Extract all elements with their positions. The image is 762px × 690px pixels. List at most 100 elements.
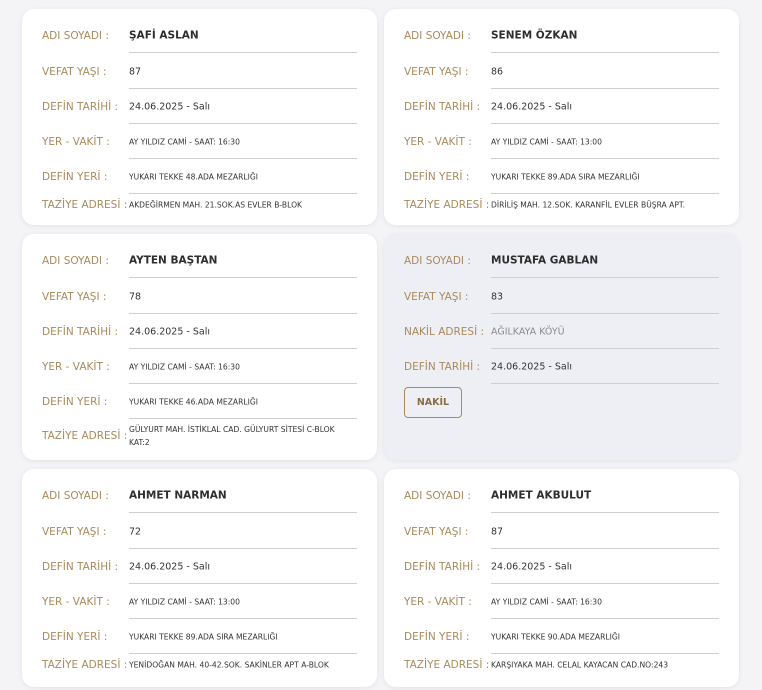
burial-date-value: 24.06.2025 - Salı [129,561,210,572]
condolence-label: TAZİYE ADRESİ : [42,199,128,211]
condolence-label: TAZİYE ADRESİ : [42,659,128,671]
place-time-label: YER - VAKİT : [404,135,472,148]
name-row: ADI SOYADI : AHMET NARMAN [42,478,357,513]
name-row: ADI SOYADI : AYTEN BAŞTAN [42,243,357,278]
burial-date-row: DEFİN TARİHİ : 24.06.2025 - Salı [42,549,357,584]
burial-date-label: DEFİN TARİHİ : [42,100,119,113]
divider [491,512,719,513]
name-row: ADI SOYADI : AHMET AKBULUT [404,478,719,513]
age-row: VEFAT YAŞI : 87 [404,514,719,549]
burial-place-value: YUKARI TEKKE 46.ADA MEZARLIĞI [129,397,258,406]
transfer-button[interactable]: NAKİL [404,387,462,418]
condolence-value: DİRİLİŞ MAH. 12.SOK. KARANFİL EVLER BÜŞR… [491,200,686,210]
place-time-label: YER - VAKİT : [42,135,110,148]
age-label: VEFAT YAŞI : [404,290,469,303]
age-row: VEFAT YAŞI : 87 [42,54,357,89]
burial-place-row: DEFİN YERİ : YUKARI TEKKE 48.ADA MEZARLI… [42,159,357,194]
place-time-row: YER - VAKİT : AY YILDIZ CAMİ - SAAT: 16:… [42,349,357,384]
age-row: VEFAT YAŞI : 86 [404,54,719,89]
age-label: VEFAT YAŞI : [42,525,107,538]
condolence-row: TAZİYE ADRESİ : KARŞIYAKA MAH. CELAL KAY… [404,651,719,679]
divider [491,277,719,278]
obituary-card-transfer: ADI SOYADI : MUSTAFA GABLAN VEFAT YAŞI :… [384,234,739,460]
divider [129,277,357,278]
age-row: VEFAT YAŞI : 78 [42,279,357,314]
burial-date-value: 24.06.2025 - Salı [491,361,572,372]
burial-place-label: DEFİN YERİ : [404,170,470,183]
name-value: AHMET NARMAN [129,489,227,501]
condolence-value: KARŞIYAKA MAH. CELAL KAYACAN CAD.NO:243 [491,660,669,670]
name-row: ADI SOYADI : ŞAFİ ASLAN [42,18,357,53]
place-time-value: AY YILDIZ CAMİ - SAAT: 13:00 [129,597,240,606]
age-value: 87 [129,66,142,77]
burial-date-label: DEFİN TARİHİ : [404,360,481,373]
age-value: 72 [129,526,142,537]
age-label: VEFAT YAŞI : [404,65,469,78]
transfer-row: NAKİL ADRESİ : AĞILKAYA KÖYÜ [404,314,719,349]
burial-date-row: DEFİN TARİHİ : 24.06.2025 - Salı [404,89,719,124]
divider [491,383,719,384]
age-value: 87 [491,526,504,537]
burial-place-label: DEFİN YERİ : [404,630,470,643]
obituary-card: ADI SOYADI : AYTEN BAŞTAN VEFAT YAŞI : 7… [22,234,377,460]
place-time-row: YER - VAKİT : AY YILDIZ CAMİ - SAAT: 16:… [42,124,357,159]
condolence-label: TAZİYE ADRESİ : [42,430,128,442]
burial-date-label: DEFİN TARİHİ : [404,100,481,113]
divider [129,52,357,53]
burial-place-row: DEFİN YERİ : YUKARI TEKKE 89.ADA SIRA ME… [404,159,719,194]
place-time-label: YER - VAKİT : [42,360,110,373]
burial-date-value: 24.06.2025 - Salı [129,326,210,337]
place-time-label: YER - VAKİT : [404,595,472,608]
place-time-row: YER - VAKİT : AY YILDIZ CAMİ - SAAT: 16:… [404,584,719,619]
age-label: VEFAT YAŞI : [404,525,469,538]
name-label: ADI SOYADI : [404,29,471,42]
place-time-value: AY YILDIZ CAMİ - SAAT: 16:30 [129,362,240,371]
burial-place-value: YUKARI TEKKE 89.ADA SIRA MEZARLIĞI [491,172,640,181]
burial-date-value: 24.06.2025 - Salı [491,561,572,572]
age-row: VEFAT YAŞI : 83 [404,279,719,314]
condolence-label: TAZİYE ADRESİ : [404,659,490,671]
obituary-card: ADI SOYADI : AHMET NARMAN VEFAT YAŞI : 7… [22,469,377,687]
burial-date-row: DEFİN TARİHİ : 24.06.2025 - Salı [42,314,357,349]
burial-place-value: YUKARI TEKKE 48.ADA MEZARLIĞI [129,172,258,181]
condolence-value: GÜLYURT MAH. İSTİKLAL CAD. GÜLYURT SİTES… [129,425,335,447]
age-label: VEFAT YAŞI : [42,65,107,78]
burial-place-row: DEFİN YERİ : YUKARI TEKKE 89.ADA SIRA ME… [42,619,357,654]
obituary-card: ADI SOYADI : AHMET AKBULUT VEFAT YAŞI : … [384,469,739,687]
condolence-label: TAZİYE ADRESİ : [404,199,490,211]
transfer-value: AĞILKAYA KÖYÜ [491,326,565,337]
condolence-value: YENİDOĞAN MAH. 40-42.SOK. SAKİNLER APT A… [129,660,329,670]
name-value: SENEM ÖZKAN [491,29,578,41]
name-value: ŞAFİ ASLAN [129,29,199,41]
name-label: ADI SOYADI : [42,489,109,502]
burial-date-value: 24.06.2025 - Salı [129,101,210,112]
burial-date-row: DEFİN TARİHİ : 24.06.2025 - Salı [404,349,719,384]
burial-date-value: 24.06.2025 - Salı [491,101,572,112]
name-value: AYTEN BAŞTAN [129,254,218,266]
burial-place-label: DEFİN YERİ : [42,395,108,408]
age-value: 83 [491,291,504,302]
transfer-label: NAKİL ADRESİ : [404,325,485,338]
condolence-row: TAZİYE ADRESİ : GÜLYURT MAH. İSTİKLAL CA… [42,419,357,453]
burial-place-label: DEFİN YERİ : [42,170,108,183]
name-row: ADI SOYADI : SENEM ÖZKAN [404,18,719,53]
condolence-row: TAZİYE ADRESİ : DİRİLİŞ MAH. 12.SOK. KAR… [404,191,719,219]
place-time-value: AY YILDIZ CAMİ - SAAT: 16:30 [129,137,240,146]
burial-date-label: DEFİN TARİHİ : [404,560,481,573]
obituary-card: ADI SOYADI : SENEM ÖZKAN VEFAT YAŞI : 86… [384,9,739,225]
condolence-value: AKDEĞİRMEN MAH. 21.SOK.AS EVLER B-BLOK [129,200,303,210]
condolence-row: TAZİYE ADRESİ : YENİDOĞAN MAH. 40-42.SOK… [42,651,357,679]
age-row: VEFAT YAŞI : 72 [42,514,357,549]
age-value: 86 [491,66,504,77]
burial-date-row: DEFİN TARİHİ : 24.06.2025 - Salı [404,549,719,584]
divider [491,52,719,53]
name-label: ADI SOYADI : [42,254,109,267]
burial-place-row: DEFİN YERİ : YUKARI TEKKE 46.ADA MEZARLI… [42,384,357,419]
divider [129,512,357,513]
place-time-value: AY YILDIZ CAMİ - SAAT: 13:00 [491,137,602,146]
place-time-value: AY YILDIZ CAMİ - SAAT: 16:30 [491,597,602,606]
obituary-card: ADI SOYADI : ŞAFİ ASLAN VEFAT YAŞI : 87 … [22,9,377,225]
burial-date-label: DEFİN TARİHİ : [42,560,119,573]
burial-place-value: YUKARI TEKKE 89.ADA SIRA MEZARLIĞI [129,632,278,641]
burial-date-label: DEFİN TARİHİ : [42,325,119,338]
